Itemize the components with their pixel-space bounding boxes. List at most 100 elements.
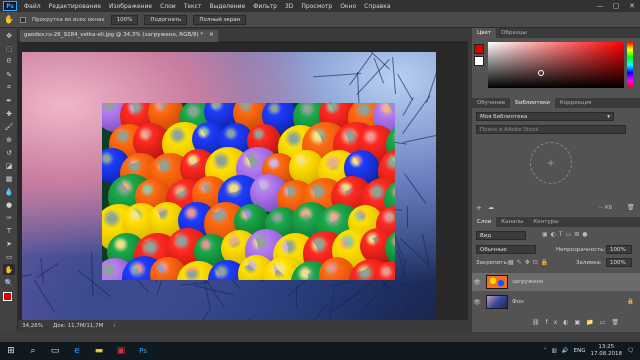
blend-mode-select[interactable]: Обычные (476, 245, 536, 254)
menu-view[interactable]: Просмотр (297, 3, 336, 10)
pen-icon[interactable]: ✑ (3, 212, 15, 223)
tab-adjustments[interactable]: Коррекция (555, 100, 597, 106)
tab-paths[interactable]: Контуры (528, 219, 563, 225)
hand-icon[interactable]: ✋ (3, 264, 15, 275)
close-button[interactable]: ✕ (624, 2, 640, 10)
hue-slider[interactable] (627, 42, 633, 88)
layer-filter-icons[interactable]: ▣◐T▭⊞● (542, 231, 591, 238)
document-tab[interactable]: gaodex.ru-26_9284_vetka-eli.jpg @ 34,3% … (20, 30, 218, 42)
fg-bg-swatches[interactable] (474, 44, 486, 68)
layer-filter-select[interactable]: Вид (476, 231, 526, 240)
language-indicator[interactable]: ENG (574, 348, 586, 354)
status-arrow-icon[interactable]: › (113, 323, 115, 329)
document-tab-bar: gaodex.ru-26_9284_vetka-eli.jpg @ 34,3% … (18, 28, 468, 42)
background-swatch[interactable] (474, 56, 484, 66)
brush-icon[interactable]: 🖌 (3, 121, 15, 132)
tab-channels[interactable]: Каналы (496, 219, 528, 225)
clock[interactable]: 13:25 17.08.2018 (591, 344, 623, 358)
toolbar-color-swatch[interactable] (3, 292, 12, 301)
color-picker-field[interactable] (488, 42, 624, 88)
tab-libraries[interactable]: Библиотеки (510, 98, 555, 108)
tab-swatches[interactable]: Образцы (496, 30, 532, 36)
pine-needle (33, 279, 55, 313)
task-view-icon[interactable]: ▭ (44, 342, 66, 360)
layer-name[interactable]: загружено (512, 279, 543, 285)
eye-icon[interactable]: 👁 (472, 299, 482, 306)
stock-search-input[interactable]: Поиск в Adobe Stock (476, 125, 626, 134)
layer-actions-icons[interactable]: ⛓fx◐▣📁▭🗑 (532, 319, 625, 326)
move-icon[interactable]: ✥ (3, 30, 15, 41)
windows-start-icon[interactable]: ⊞ (0, 342, 22, 360)
search-icon[interactable]: ⌕ (22, 342, 44, 360)
tab-layers[interactable]: Слои (472, 217, 497, 227)
menu-edit[interactable]: Редактирование (45, 3, 105, 10)
layer-name[interactable]: Фон (512, 299, 524, 305)
layer-row-background[interactable]: 👁 Фон 🔒 (472, 293, 640, 311)
fill-input[interactable]: 100% (606, 258, 632, 267)
media-icon[interactable]: ▣ (110, 342, 132, 360)
stamp-icon[interactable]: ⊕ (3, 134, 15, 145)
opacity-input[interactable]: 100% (606, 245, 632, 254)
menu-3d[interactable]: 3D (281, 3, 297, 10)
add-element-icon[interactable]: + (476, 204, 482, 212)
scroll-all-checkbox[interactable] (19, 16, 26, 23)
library-select[interactable]: Моя библиотека ▾ (476, 112, 614, 121)
path-select-icon[interactable]: ➤ (3, 238, 15, 249)
menu-filter[interactable]: Фильтр (249, 3, 281, 10)
crop-icon[interactable]: ⌗ (3, 82, 15, 93)
ie-icon[interactable]: e (66, 342, 88, 360)
explorer-icon[interactable]: ▬ (88, 342, 110, 360)
color-picker-cursor[interactable] (538, 70, 544, 76)
eraser-icon[interactable]: ◪ (3, 160, 15, 171)
menu-help[interactable]: Справка (360, 3, 394, 10)
history-brush-icon[interactable]: ↺ (3, 147, 15, 158)
blur-icon[interactable]: 💧 (3, 186, 15, 197)
menu-layers[interactable]: Слои (156, 3, 180, 10)
close-tab-icon[interactable]: ✕ (209, 32, 214, 40)
pine-needle (403, 173, 426, 204)
minimize-button[interactable]: — (592, 2, 608, 10)
menu-type[interactable]: Текст (180, 3, 206, 10)
zoom-level[interactable]: 34,26% (22, 323, 43, 329)
marquee-icon[interactable]: ⬚ (3, 43, 15, 54)
layer-thumbnail (486, 295, 508, 309)
foreground-swatch[interactable] (474, 44, 484, 54)
menu-image[interactable]: Изображение (105, 3, 156, 10)
zoom-icon[interactable]: 🔍 (3, 277, 15, 288)
notifications-icon[interactable]: 🗨 (627, 348, 634, 354)
trash-icon[interactable]: 🗑 (627, 204, 635, 211)
shape-icon[interactable]: ▭ (3, 251, 15, 262)
menu-bar: Ps Файл Редактирование Изображение Слои … (0, 0, 640, 12)
type-icon[interactable]: T (3, 225, 15, 236)
menu-window[interactable]: Окно (336, 3, 360, 10)
pine-needle (22, 274, 33, 282)
fit-screen-button[interactable]: Подогнать (144, 14, 188, 25)
tab-learn[interactable]: Обучение (472, 100, 510, 106)
healing-icon[interactable]: ✚ (3, 108, 15, 119)
dodge-icon[interactable]: ● (3, 199, 15, 210)
volume-icon[interactable]: 🔊 (562, 348, 569, 354)
network-icon[interactable]: ▥ (552, 348, 557, 354)
chevron-up-icon[interactable]: ˄ (544, 348, 547, 354)
placed-image-layer[interactable] (102, 103, 395, 280)
quick-select-icon[interactable]: ✎ (3, 69, 15, 80)
eye-icon[interactable]: 👁 (472, 279, 482, 286)
menu-file[interactable]: Файл (20, 3, 45, 10)
full-screen-button[interactable]: Полный экран (193, 14, 247, 25)
lasso-icon[interactable]: ᘓ (3, 56, 15, 67)
zoom-100-button[interactable]: 100% (110, 14, 139, 25)
cloud-icon[interactable]: ☁ (488, 204, 494, 211)
photoshop-taskbar-icon[interactable]: Ps (132, 342, 154, 360)
maximize-button[interactable]: ▢ (608, 2, 624, 10)
gradient-icon[interactable]: ▦ (3, 173, 15, 184)
lock-icons[interactable]: ▦✎✥⊡🔒 (508, 259, 551, 266)
add-library-icon[interactable]: + (530, 142, 572, 184)
tab-color[interactable]: Цвет (472, 28, 497, 38)
options-bar: ✋ Прокрутка во всех окнах 100% Подогнать… (0, 12, 640, 28)
layer-row-uploaded[interactable]: 👁 загружено (472, 273, 640, 291)
menu-select[interactable]: Выделение (205, 3, 249, 10)
pine-needle (191, 310, 210, 320)
pine-needle (327, 290, 334, 320)
status-bar: 34,26% Док: 11,7M/11,7M › (18, 320, 468, 332)
eyedropper-icon[interactable]: ✒ (3, 95, 15, 106)
